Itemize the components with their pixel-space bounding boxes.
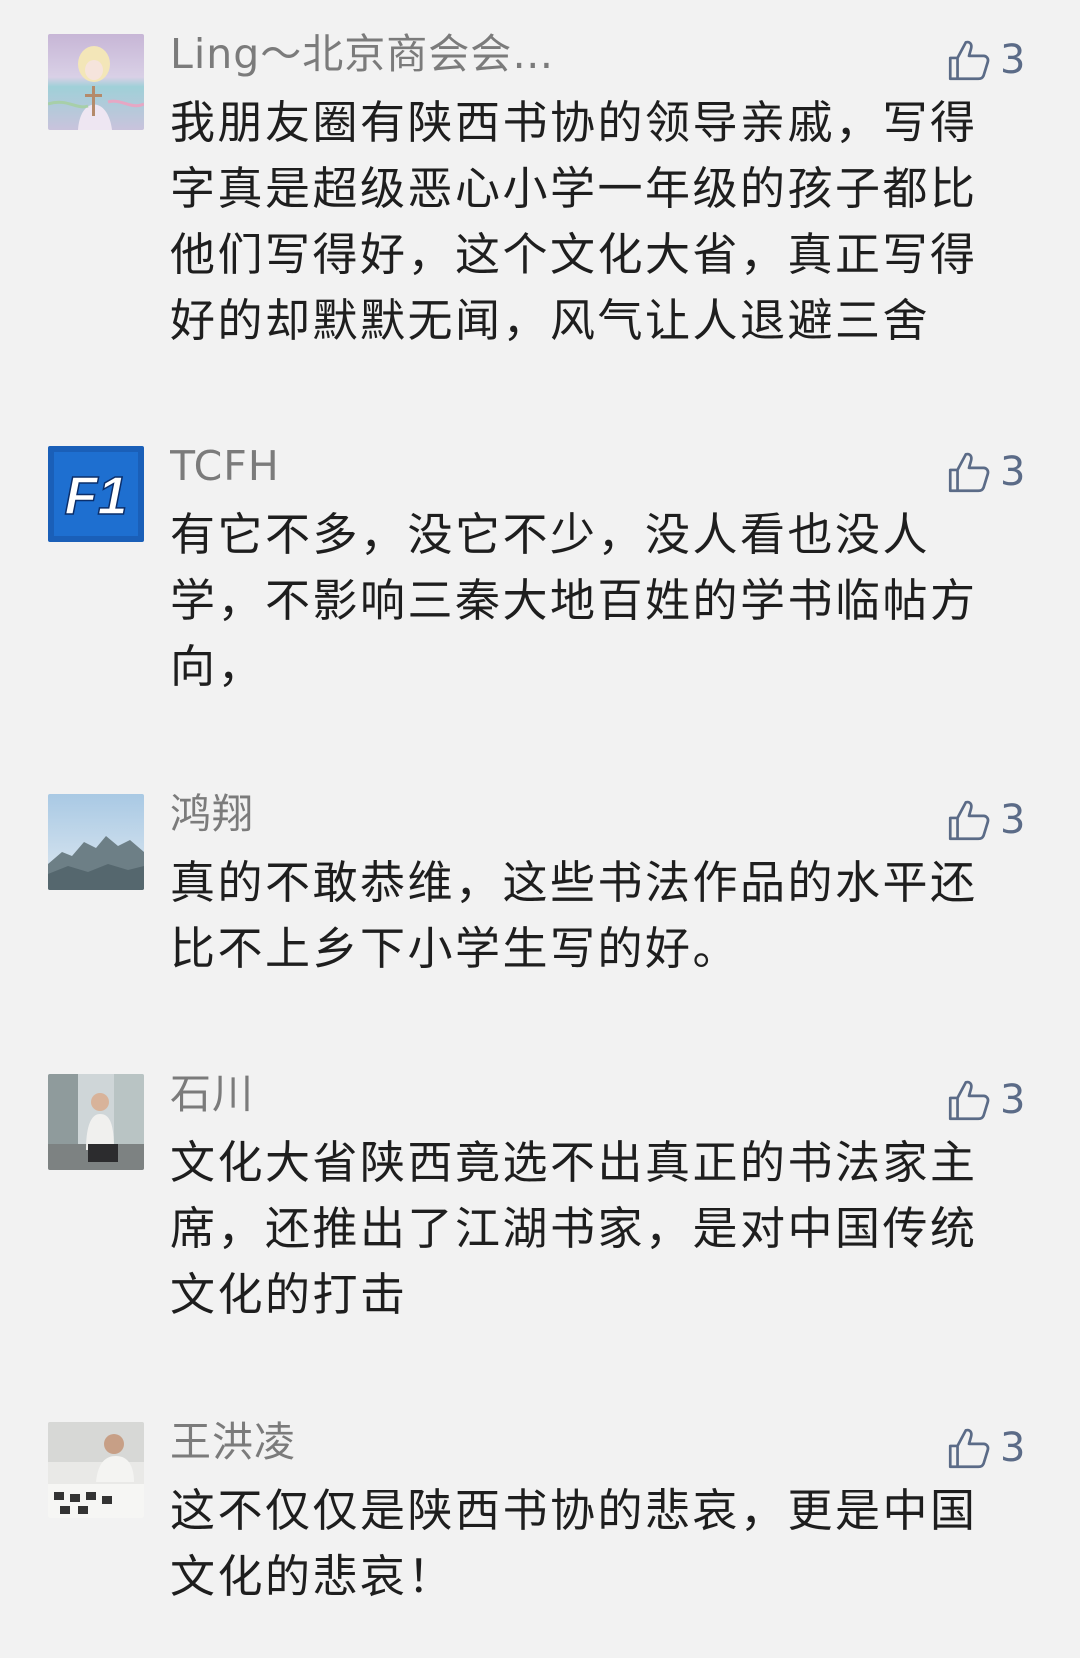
like-count: 3 [1000, 1077, 1026, 1123]
like-count: 3 [1000, 37, 1026, 83]
comment-text: 这不仅仅是陕西书协的悲哀，更是中国文化的悲哀！ [170, 1484, 978, 1603]
avatar-image-calligrapher [48, 1422, 144, 1518]
thumbs-up-icon [944, 1423, 994, 1473]
comment-text: 文化大省陕西竟选不出真正的书法家主席，还推出了江湖书家，是对中国传统文化的打击 [170, 1136, 978, 1321]
comment-author[interactable]: 石川 [170, 1066, 254, 1122]
thumbs-up-icon [944, 1075, 994, 1125]
like-count: 3 [1000, 449, 1026, 495]
avatar[interactable] [48, 34, 144, 130]
avatar[interactable] [48, 1074, 144, 1170]
like-button[interactable]: 3 [944, 792, 1025, 848]
like-button[interactable]: 3 [944, 444, 1025, 500]
comment-author[interactable]: 鸿翔 [170, 786, 254, 842]
avatar-logo-text: F1 [64, 466, 127, 526]
avatar-image-anime-drawing [48, 34, 144, 130]
like-count: 3 [1000, 797, 1026, 843]
comment-text: 我朋友圈有陕西书协的领导亲戚，写得字真是超级恶心小学一年级的孩子都比他们写得好，… [170, 96, 978, 347]
thumbs-up-icon [944, 447, 994, 497]
comment-text: 有它不多，没它不少，没人看也没人学，不影响三秦大地百姓的学书临帖方向， [170, 508, 978, 693]
avatar[interactable]: F1 [48, 446, 144, 542]
comment-list: Ling～北京商会会… 3 我朋友圈有陕西书协的领导亲戚，写得字真是超级恶心小学… [0, 0, 1080, 1658]
avatar-image-person-seated [48, 1074, 144, 1170]
like-button[interactable]: 3 [944, 32, 1025, 88]
avatar[interactable] [48, 1422, 144, 1518]
comment-author[interactable]: Ling～北京商会会… [170, 26, 554, 82]
avatar[interactable] [48, 794, 144, 890]
thumbs-up-icon [944, 35, 994, 85]
avatar-image-f1-logo: F1 [48, 446, 144, 542]
like-button[interactable]: 3 [944, 1072, 1025, 1128]
comment-author[interactable]: TCFH [170, 438, 280, 494]
comment-text: 真的不敢恭维，这些书法作品的水平还比不上乡下小学生写的好。 [170, 856, 978, 975]
comment-author[interactable]: 王洪凌 [170, 1414, 296, 1470]
thumbs-up-icon [944, 795, 994, 845]
like-count: 3 [1000, 1425, 1026, 1471]
avatar-image-mountain [48, 794, 144, 890]
like-button[interactable]: 3 [944, 1420, 1025, 1476]
